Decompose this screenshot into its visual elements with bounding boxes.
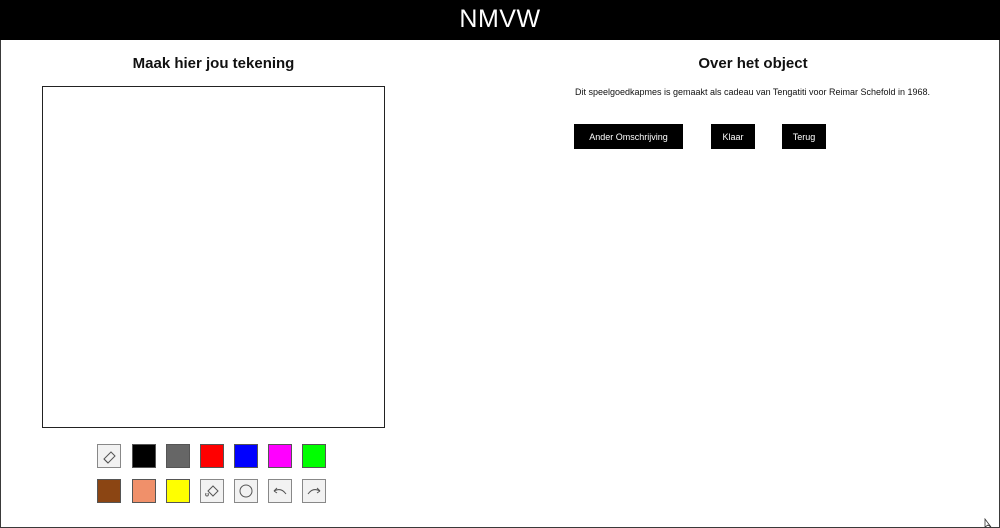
drawing-title: Maak hier jou tekening [132,55,295,72]
color-swatch-magenta[interactable] [268,444,292,468]
drawing-canvas[interactable] [42,86,385,428]
eraser-icon [103,451,116,464]
color-swatch-black[interactable] [132,444,156,468]
color-swatch-green[interactable] [302,444,326,468]
color-swatch-salmon[interactable] [132,479,156,503]
object-description: Dit speelgoedkapmes is gemaakt als cadea… [574,87,931,97]
brand-logo: NMVW [459,5,541,33]
color-swatch-blue[interactable] [234,444,258,468]
done-button[interactable]: Klaar [711,124,755,149]
undo-button[interactable] [268,479,292,503]
redo-button[interactable] [302,479,326,503]
color-swatch-yellow[interactable] [166,479,190,503]
color-swatch-red[interactable] [200,444,224,468]
back-button[interactable]: Terug [782,124,826,149]
other-description-button[interactable]: Ander Omschrijving [574,124,683,149]
header-bar: NMVW [0,0,1000,40]
circle-icon [239,484,253,498]
eraser-tool[interactable] [97,444,121,468]
fill-icon [205,485,219,497]
object-title: Over het object [698,55,808,72]
undo-icon [273,487,287,495]
redo-icon [307,487,321,495]
fill-tool[interactable] [200,479,224,503]
color-swatch-gray[interactable] [166,444,190,468]
color-swatch-brown[interactable] [97,479,121,503]
cursor-icon [984,518,992,528]
circle-tool[interactable] [234,479,258,503]
